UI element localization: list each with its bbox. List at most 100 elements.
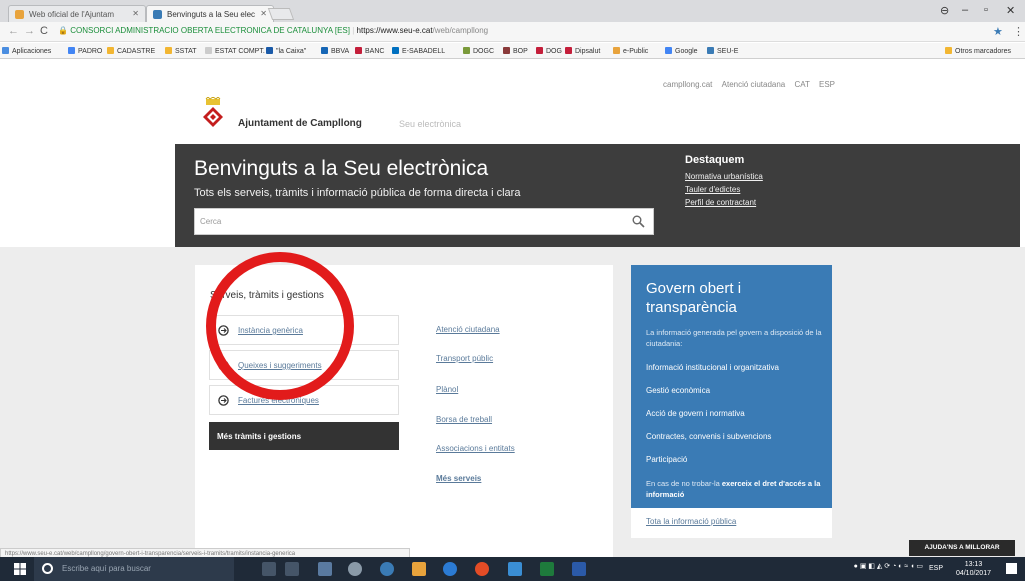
browser-tab-bar: Web oficial de l'Ajuntam ✕ Benvinguts a …: [0, 0, 1025, 22]
more-procedures-button[interactable]: Més tràmits i gestions: [209, 422, 399, 450]
cortana-icon: [42, 563, 53, 574]
govern-item-accio-govern[interactable]: Acció de govern i normativa: [646, 409, 745, 418]
bookmark-bop[interactable]: BOP: [503, 47, 528, 55]
app-icon[interactable]: [318, 562, 332, 576]
favicon-icon: [15, 10, 24, 19]
service-atencio-ciutadana[interactable]: Atenció ciutadana: [436, 325, 500, 334]
more-services-link[interactable]: Més serveis: [436, 474, 481, 483]
bookmark-estat-compt[interactable]: ESTAT COMPT.: [205, 47, 265, 55]
address-bar-row: ← → C 🔒 CONSORCI ADMINISTRACIO OBERTA EL…: [0, 22, 1025, 42]
lang-cat[interactable]: CAT: [794, 80, 809, 89]
search-input[interactable]: Cerca: [194, 208, 654, 235]
language-indicator[interactable]: ESP: [929, 565, 943, 572]
bookmark-google[interactable]: Google: [665, 47, 698, 55]
page-icon: [613, 47, 620, 54]
service-borsa-treball[interactable]: Borsa de treball: [436, 415, 492, 424]
page-icon: [503, 47, 510, 54]
bookmark-star-icon[interactable]: ★: [993, 25, 1003, 38]
tab-seu-electronica[interactable]: Benvinguts a la Seu elec ✕: [146, 5, 274, 22]
bookmark-la-caixa[interactable]: "la Caixa": [266, 47, 306, 55]
bookmark-dipsalut[interactable]: Dipsalut: [565, 47, 600, 55]
reload-icon[interactable]: C: [40, 25, 48, 37]
tab-ajuntament[interactable]: Web oficial de l'Ajuntam ✕: [8, 5, 146, 22]
help-improve-button[interactable]: AJUDA'NS A MILLORAR: [909, 540, 1015, 556]
lang-esp[interactable]: ESP: [819, 80, 835, 89]
link-perfil-contractant[interactable]: Perfil de contractant: [685, 198, 763, 207]
bookmark-aplicaciones[interactable]: Aplicaciones: [2, 47, 51, 55]
link-normativa-urbanistica[interactable]: Normativa urbanística: [685, 172, 763, 181]
taskbar-search-input[interactable]: Escribe aquí para buscar: [34, 557, 234, 581]
windows-start-icon[interactable]: [14, 563, 26, 575]
service-transport-public[interactable]: Transport públic: [436, 354, 493, 363]
excel-icon[interactable]: [540, 562, 554, 576]
govern-item-institucional[interactable]: Informació institucional i organitzativa: [646, 363, 779, 372]
govern-access-note[interactable]: En cas de no trobar-la exerceix el dret …: [646, 478, 826, 500]
govern-title[interactable]: Govern obert i transparència: [646, 279, 821, 317]
bank-icon: [321, 47, 328, 54]
tab-label: Benvinguts a la Seu elec: [167, 10, 256, 19]
bookmark-banc[interactable]: BANC: [355, 47, 384, 55]
clock-date: 04/10/2017: [955, 570, 991, 577]
service-planol[interactable]: Plànol: [436, 385, 458, 394]
google-icon: [665, 47, 672, 54]
menu-icon[interactable]: ⋮: [1013, 25, 1024, 38]
close-tab-icon[interactable]: ✕: [132, 9, 139, 18]
url-field[interactable]: 🔒 CONSORCI ADMINISTRACIO OBERTA ELECTRON…: [58, 24, 998, 39]
hero-banner: Benvinguts a la Seu electrònica Tots els…: [175, 144, 1020, 247]
back-icon[interactable]: ←: [8, 25, 19, 37]
service-associacions-entitats[interactable]: Associacions i entitats: [436, 444, 515, 453]
coat-of-arms-logo[interactable]: [201, 97, 225, 129]
task-view-icon[interactable]: [285, 562, 299, 576]
destaquem-title: Destaquem: [685, 154, 745, 166]
page-icon: [707, 47, 714, 54]
bookmark-cadastre[interactable]: CADASTRE: [107, 47, 155, 55]
govern-item-contractes[interactable]: Contractes, convenis i subvencions: [646, 432, 771, 441]
govern-item-participacio[interactable]: Participació: [646, 455, 687, 464]
clock[interactable]: 13:13 04/10/2017: [956, 560, 991, 578]
bookmark-sstat[interactable]: SSTAT: [165, 47, 197, 55]
page-icon: [565, 47, 572, 54]
edge-icon[interactable]: [443, 562, 457, 576]
bookmark-dog[interactable]: DOG: [536, 47, 562, 55]
apps-icon: [2, 47, 9, 54]
system-tray-icons[interactable]: ● ▣ ◧ ◭ ⟳ ◔ ◐ ≈ ◖ ▭: [854, 562, 923, 570]
notifications-icon[interactable]: [1006, 563, 1017, 574]
outlook-icon[interactable]: [508, 562, 522, 576]
destaquem-box: Destaquem Normativa urbanística Tauler d…: [685, 154, 763, 211]
url-path: /web/campllong: [432, 26, 489, 35]
new-tab-button[interactable]: [267, 8, 295, 20]
bookmark-bbva[interactable]: BBVA: [321, 47, 349, 55]
all-public-info-link[interactable]: Tota la informació pública: [646, 517, 736, 526]
link-campllong-cat[interactable]: campllong.cat: [663, 80, 712, 89]
bookmark-seu-e[interactable]: SEU-E: [707, 47, 738, 55]
close-window-icon[interactable]: ✕: [1006, 4, 1015, 17]
app-icon[interactable]: [348, 562, 362, 576]
file-explorer-icon[interactable]: [412, 562, 426, 576]
maximize-icon[interactable]: ▫: [984, 4, 988, 16]
bookmark-dogc[interactable]: DOGC: [463, 47, 494, 55]
folder-icon: [165, 47, 172, 54]
close-tab-icon[interactable]: ✕: [260, 9, 267, 18]
hero-subtitle: Tots els serveis, tràmits i informació p…: [194, 187, 521, 199]
app-icon[interactable]: [380, 562, 394, 576]
certificate-org: CONSORCI ADMINISTRACIO OBERTA ELECTRONIC…: [70, 26, 350, 35]
forward-icon[interactable]: →: [24, 25, 35, 37]
word-icon[interactable]: [572, 562, 586, 576]
link-tauler-edictes[interactable]: Tauler d'edictes: [685, 185, 763, 194]
annotation-red-circle: [206, 252, 354, 400]
microphone-icon[interactable]: [262, 562, 276, 576]
bookmark-e-public[interactable]: e-Public: [613, 47, 648, 55]
site-name[interactable]: Ajuntament de Campllong: [238, 118, 362, 129]
bookmark-otros[interactable]: Otros marcadores: [945, 47, 1011, 55]
bank-icon: [266, 47, 273, 54]
minimize-icon[interactable]: –: [962, 4, 968, 16]
bookmark-e-sabadell[interactable]: E-SABADELL: [392, 47, 445, 55]
profile-icon[interactable]: ⊖: [940, 4, 949, 17]
govern-item-gestio-economica[interactable]: Gestió econòmica: [646, 386, 710, 395]
search-icon[interactable]: [632, 215, 645, 228]
favicon-icon: [153, 10, 162, 19]
chrome-icon[interactable]: [475, 562, 489, 576]
link-atencio-ciutadana[interactable]: Atenció ciutadana: [722, 80, 786, 89]
bookmark-padro[interactable]: PADRO: [68, 47, 102, 55]
web-page: campllong.cat Atenció ciutadana CAT ESP …: [0, 60, 1025, 557]
